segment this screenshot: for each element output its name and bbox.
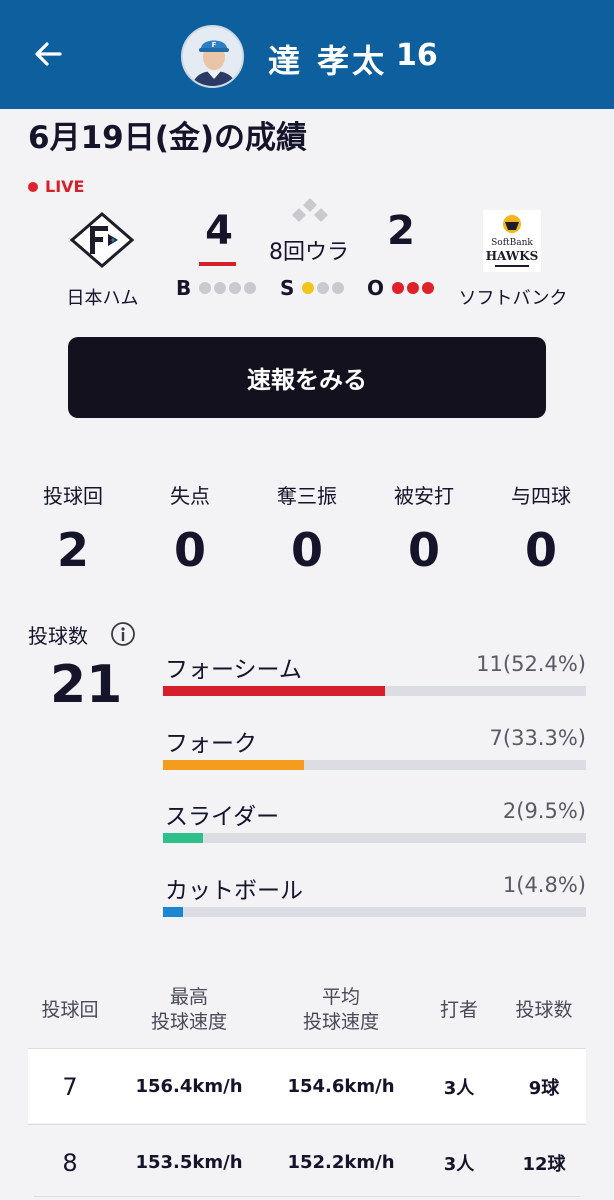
game-date-title: 6月19日(金)の成績 (28, 120, 308, 156)
pitch-share-track (163, 833, 586, 843)
pitch-type-row: スライダー 2(9.5%) (163, 797, 586, 853)
stat-label: 投球回 (43, 484, 103, 508)
pitch-share-bar (163, 907, 184, 917)
table-cell: 12球 (522, 1153, 566, 1175)
ball-dot (229, 282, 242, 294)
stat-value: 0 (290, 523, 323, 577)
out-count-label: O (367, 276, 385, 300)
ball-count: B (176, 276, 259, 300)
stat-value: 2 (56, 523, 89, 577)
live-report-button[interactable]: 速報をみる (68, 337, 546, 418)
pitch-type-name: カットボール (165, 878, 303, 904)
stat-hits-allowed: 被安打 0 (369, 480, 479, 577)
inning-table-header: 投球回 最高 投球速度 平均 投球速度 打者 投球数 (0, 975, 614, 1045)
live-dot-icon (28, 181, 38, 192)
table-divider (34, 1196, 580, 1197)
pitch-type-row: フォーシーム 11(52.4%) (163, 650, 586, 706)
pitch-share-bar (163, 833, 204, 843)
out-count: O (367, 276, 437, 300)
table-header-cell: 平均 投球速度 (302, 986, 379, 1033)
table-header-cell: 投球数 (515, 998, 573, 1021)
strike-dot (332, 282, 345, 294)
ball-dot (214, 282, 227, 294)
player-name: 達 孝太 (268, 42, 388, 80)
table-header-cell: 打者 (439, 998, 478, 1021)
inning-label: 8回ウラ (269, 240, 349, 265)
svg-text:✦: ✦ (110, 236, 117, 245)
svg-text:F: F (212, 41, 217, 49)
hawks-logo-icon: SoftBank HAWKS (483, 210, 541, 272)
player-number: 16 (396, 38, 438, 73)
table-cell: 152.2km/h (287, 1152, 395, 1173)
batting-team-indicator (199, 262, 236, 266)
hawks-logo-text-top: SoftBank (491, 238, 533, 248)
info-icon[interactable] (110, 621, 136, 647)
out-dot (422, 282, 435, 294)
pitch-type-row: フォーク 7(33.3%) (163, 724, 586, 780)
stat-walks: 与四球 0 (486, 480, 596, 577)
ball-count-label: B (176, 276, 192, 300)
table-cell: 3人 (443, 1077, 475, 1099)
table-cell: 154.6km/h (287, 1076, 395, 1097)
table-cell: 7 (62, 1072, 78, 1101)
bases-icon (292, 198, 328, 222)
live-indicator: LIVE (28, 177, 84, 196)
pitch-type-name: スライダー (165, 804, 280, 830)
stat-value: 0 (407, 523, 440, 577)
pitch-type-stat: 7(33.3%) (489, 726, 586, 750)
pitch-count-label: 投球数 (28, 624, 88, 648)
hawks-logo-text-bottom: HAWKS (486, 249, 539, 263)
fighters-logo-icon: ✦ (70, 212, 134, 268)
pitch-type-stat: 1(4.8%) (502, 873, 586, 897)
pitch-type-name: フォーシーム (165, 657, 302, 683)
table-row: 7 156.4km/h 154.6km/h 3人 9球 (28, 1048, 586, 1123)
pitch-share-track (163, 686, 586, 696)
ball-dot (199, 282, 212, 294)
pitch-type-row: カットボール 1(4.8%) (163, 871, 586, 927)
pitch-type-stat: 11(52.4%) (476, 652, 586, 676)
pitch-share-bar (163, 760, 304, 770)
table-header-cell: 投球回 (41, 998, 99, 1021)
stat-strikeouts: 奪三振 0 (252, 480, 362, 577)
pitch-share-bar (163, 686, 385, 696)
home-team-name: 日本ハム (66, 288, 139, 309)
table-cell: 8 (62, 1148, 78, 1177)
pitch-count-value: 21 (50, 655, 123, 715)
table-cell: 153.5km/h (135, 1152, 243, 1173)
away-score: 2 (387, 208, 415, 254)
stat-label: 奪三振 (277, 484, 337, 508)
table-header-cell: 最高 投球速度 (150, 986, 227, 1033)
pitch-type-stat: 2(9.5%) (502, 799, 586, 823)
stat-label: 失点 (170, 484, 210, 508)
stat-value: 0 (524, 523, 557, 577)
out-dot (392, 282, 405, 294)
table-row: 8 153.5km/h 152.2km/h 3人 12球 (28, 1124, 586, 1199)
stat-runs-allowed: 失点 0 (135, 480, 245, 577)
strike-count-label: S (280, 276, 295, 300)
strike-count: S (280, 276, 347, 300)
ball-dot (244, 282, 257, 294)
stat-value: 0 (173, 523, 206, 577)
back-arrow-icon[interactable] (30, 36, 66, 72)
table-cell: 9球 (528, 1077, 560, 1099)
pitch-share-track (163, 907, 586, 917)
table-cell: 156.4km/h (135, 1076, 243, 1097)
app-header: F 達 孝太 16 (0, 0, 614, 109)
pitch-share-track (163, 760, 586, 770)
home-score: 4 (205, 208, 233, 254)
out-dot (407, 282, 420, 294)
away-team-name: ソフトバンク (458, 288, 568, 309)
strike-dot (302, 282, 315, 294)
pitch-type-name: フォーク (165, 731, 257, 757)
stat-label: 被安打 (394, 484, 454, 508)
table-cell: 3人 (443, 1153, 475, 1175)
player-avatar: F (181, 25, 244, 88)
strike-dot (317, 282, 330, 294)
stat-innings-pitched: 投球回 2 (18, 480, 128, 577)
stat-label: 与四球 (511, 484, 571, 508)
live-label: LIVE (45, 177, 85, 196)
